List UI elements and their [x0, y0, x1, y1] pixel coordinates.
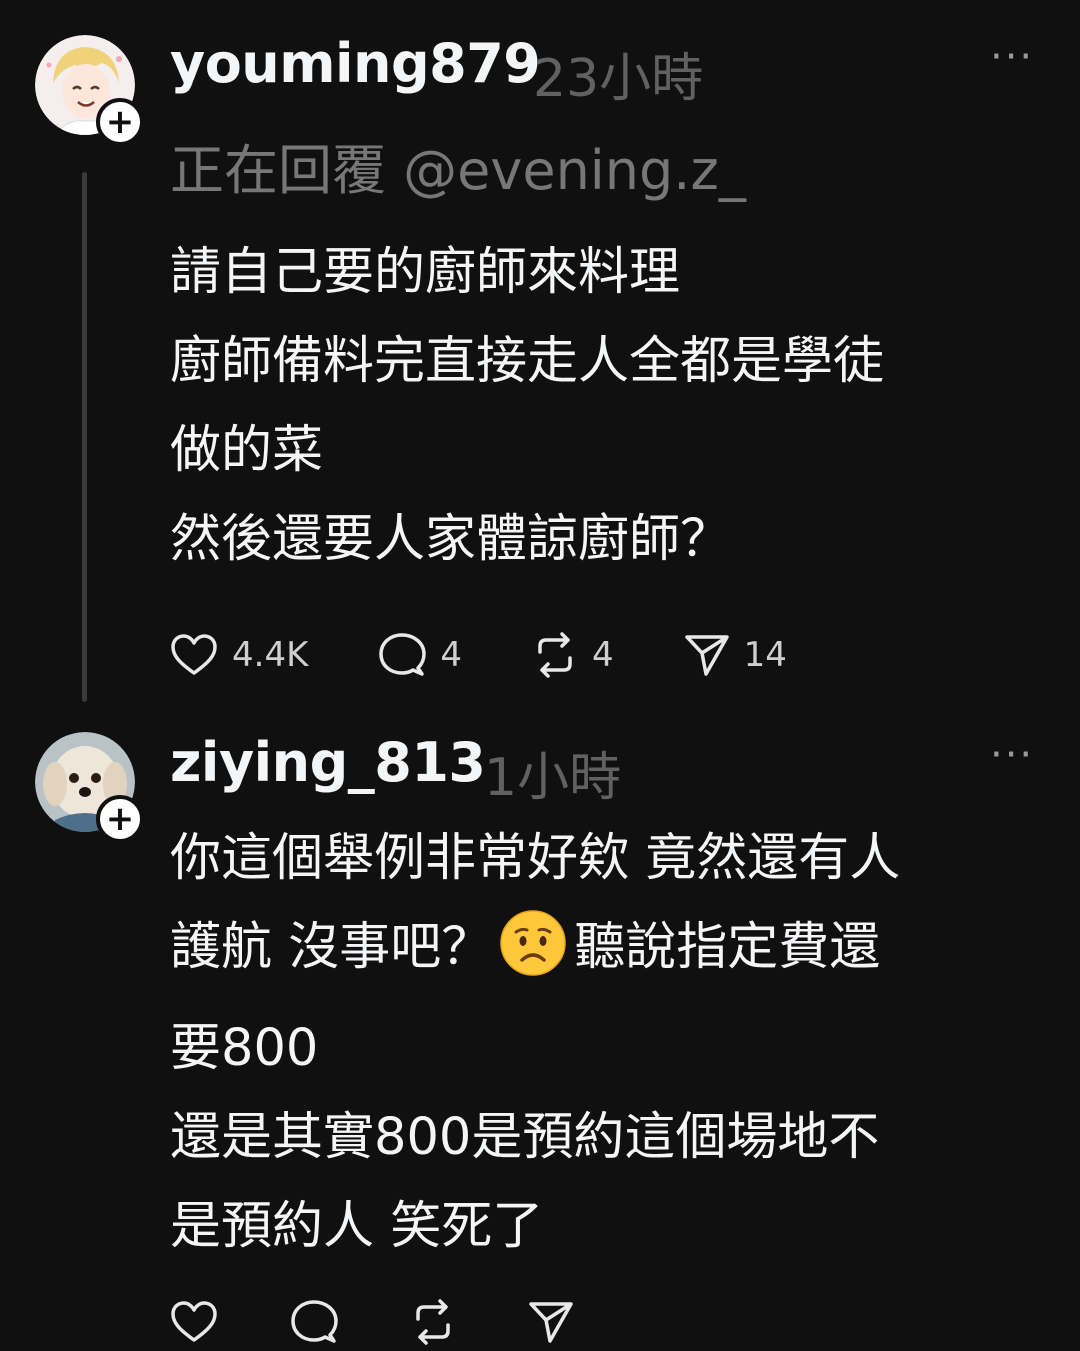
- post-text-line: 然後還要人家體諒廚師？: [170, 510, 732, 569]
- username[interactable]: ziying_813: [170, 731, 486, 794]
- post-text: 請自己要的廚師來料理 廚師備料完直接走人全都是學徒 做的菜 然後還要人家體諒廚師…: [170, 228, 884, 584]
- share-button[interactable]: [528, 1300, 574, 1344]
- thread-line: [82, 172, 87, 702]
- share-button[interactable]: 14: [684, 633, 787, 677]
- action-bar: [170, 1299, 644, 1345]
- repost-button[interactable]: [410, 1299, 456, 1345]
- comment-bubble-icon: [379, 633, 427, 676]
- replying-to: 正在回覆 @evening.z_: [170, 126, 746, 205]
- repost-icon: [538, 632, 572, 678]
- like-button[interactable]: [170, 1300, 218, 1344]
- post-text-line: 是預約人 笑死了: [170, 1197, 544, 1256]
- comment-button[interactable]: [290, 1299, 338, 1345]
- comment-bubble-icon: [291, 1300, 338, 1343]
- post-youming879: + youming879 23小時 ··· 正在回覆 @evening.z_ 請…: [0, 0, 1080, 715]
- username[interactable]: youming879: [170, 32, 541, 95]
- follow-plus-icon[interactable]: +: [96, 795, 144, 843]
- replying-handle[interactable]: @evening.z_: [403, 139, 746, 202]
- comment-button[interactable]: 4: [378, 632, 462, 678]
- like-count: 4.4K: [232, 635, 309, 675]
- repost-icon: [416, 1299, 450, 1345]
- worried-face-emoji: [500, 910, 566, 1004]
- repost-count: 4: [592, 635, 614, 675]
- comment-count: 4: [440, 635, 463, 675]
- follow-plus-icon[interactable]: +: [96, 98, 144, 146]
- post-text: 你這個舉例非常好欸 竟然還有人 護航 沒事吧？ 聽說指定費還 要800 還是其實8…: [170, 814, 900, 1271]
- post-text-line: 做的菜: [170, 421, 324, 480]
- share-count: 14: [743, 635, 787, 675]
- timestamp: 23小時: [533, 49, 704, 109]
- action-bar: 4.4K 4 4 14: [170, 632, 857, 678]
- more-options-icon[interactable]: ···: [990, 34, 1034, 80]
- post-text-line: 請自己要的廚師來料理: [170, 243, 681, 302]
- timestamp: 1小時: [484, 748, 622, 808]
- post-text-line: 你這個舉例非常好欸 竟然還有人: [170, 829, 901, 888]
- heart-icon: [171, 634, 217, 675]
- repost-button[interactable]: 4: [532, 632, 614, 678]
- post-text-line: 還是其實800是預約這個場地不: [170, 1108, 880, 1167]
- post-text-line: 要800: [170, 1019, 319, 1078]
- post-text-segment: 護航 沒事吧？: [170, 918, 493, 977]
- more-options-icon[interactable]: ···: [990, 732, 1034, 778]
- like-button[interactable]: 4.4K: [170, 633, 308, 677]
- post-text-segment: 聽說指定費還: [574, 918, 881, 977]
- post-text-line: 廚師備料完直接走人全都是學徒: [170, 332, 885, 391]
- send-icon: [684, 635, 729, 676]
- post-text-line: 護航 沒事吧？ 聽說指定費還: [170, 903, 900, 1004]
- send-icon: [529, 1302, 573, 1343]
- post-ziying_813: + ziying_813 1小時 ··· 你這個舉例非常好欸 竟然還有人 護航 …: [0, 715, 1080, 1351]
- replying-prefix: 正在回覆: [170, 139, 386, 202]
- heart-icon: [171, 1301, 217, 1342]
